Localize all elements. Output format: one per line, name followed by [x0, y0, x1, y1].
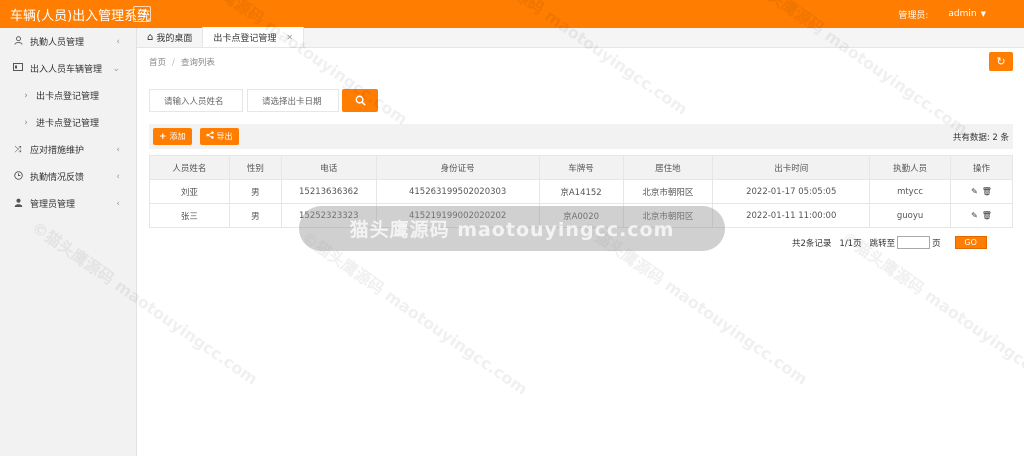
sidebar-item-measures[interactable]: ⤨ 应对措施维护 ‹ [0, 136, 136, 163]
breadcrumb-separator: / [172, 58, 175, 68]
edit-icon[interactable]: ✎ [971, 187, 978, 196]
column-header: 人员姓名 [149, 155, 230, 180]
edit-icon[interactable]: ✎ [971, 211, 978, 220]
sidebar-item-label: 出入人员车辆管理 [30, 65, 103, 75]
sidebar-item-feedback[interactable]: 执勤情况反馈 ‹ [0, 163, 136, 190]
breadcrumb-current: 查询列表 [180, 58, 215, 68]
name-search-input[interactable]: 请输入人员姓名 [149, 89, 243, 112]
pager-records: 共2条记录 [792, 238, 832, 249]
pager-pages: 1/1页 [839, 238, 862, 249]
person-icon [10, 198, 26, 210]
breadcrumb-home[interactable]: 首页 [149, 58, 166, 68]
id-card-icon [10, 63, 26, 74]
search-icon [355, 95, 366, 106]
pagination: 共2条记录 1/1页 跳转至 页 GO [792, 236, 987, 249]
chevron-down-icon: ⌄ [112, 63, 120, 74]
shuffle-icon: ⤨ [14, 144, 22, 155]
chevron-left-icon: ‹ [116, 171, 120, 182]
cell-duty-staff: guoyu [869, 203, 952, 228]
sidebar-item-label: 应对措施维护 [30, 146, 85, 156]
sidebar-item-label: 执勤人员管理 [30, 38, 85, 48]
sidebar-item-vehicles[interactable]: 出入人员车辆管理 ⌄ [0, 55, 136, 82]
go-button[interactable]: GO [954, 236, 987, 249]
column-header: 执勤人员 [869, 155, 952, 180]
refresh-button[interactable]: ↻ [989, 52, 1013, 71]
cell-name: 刘亚 [149, 179, 230, 204]
search-button[interactable] [342, 89, 378, 112]
add-button-label: 添加 [169, 132, 186, 141]
chevron-left-icon: ‹ [116, 198, 120, 209]
menu-toggle-icon[interactable]: ☰ [133, 6, 151, 22]
chevron-left-icon: ‹ [116, 36, 120, 47]
sidebar-item-label: 执勤情况反馈 [30, 173, 85, 183]
home-icon: ⌂ [147, 31, 154, 43]
cell-checkout-time: 2022-01-17 05:05:05 [712, 179, 871, 204]
column-header: 车牌号 [538, 155, 624, 180]
refresh-icon: ↻ [996, 55, 1006, 68]
sidebar-item-admins[interactable]: 管理员管理 ‹ [0, 190, 136, 217]
admin-label: 管理员: [898, 10, 929, 21]
tab-checkout-registration[interactable]: 出卡点登记管理 ✕ [202, 27, 305, 47]
column-header: 身份证号 [375, 155, 540, 180]
cell-id-number: 415263199502020303 [375, 179, 540, 204]
cell-checkout-time: 2022-01-11 11:00:00 [712, 203, 871, 228]
pager-page-unit: 页 [932, 238, 941, 249]
sidebar-item-duty-staff[interactable]: 执勤人员管理 ‹ [0, 28, 136, 55]
sidebar-item-label: 进卡点登记管理 [36, 119, 100, 129]
cell-actions: ✎ 🗑 [950, 203, 1013, 228]
delete-icon[interactable]: 🗑 [982, 187, 992, 196]
cell-name: 张三 [149, 203, 230, 228]
admin-username: admin [948, 9, 977, 19]
add-button[interactable]: + 添加 [153, 128, 192, 145]
plus-icon: + [159, 131, 167, 142]
sidebar-subitem-checkout[interactable]: › 出卡点登记管理 [0, 82, 136, 109]
column-header: 操作 [950, 155, 1013, 180]
column-header: 居住地 [622, 155, 714, 180]
sidebar-item-label: 管理员管理 [30, 200, 76, 210]
chevron-right-icon: › [24, 117, 28, 128]
export-button-label: 导出 [216, 132, 233, 141]
tab-label: 出卡点登记管理 [213, 33, 277, 44]
cell-actions: ✎ 🗑 [950, 179, 1013, 204]
sidebar-item-label: 出卡点登记管理 [36, 92, 100, 102]
chevron-right-icon: › [24, 90, 28, 101]
column-header: 出卡时间 [712, 155, 871, 180]
cell-gender: 男 [228, 179, 282, 204]
date-search-input[interactable]: 请选择出卡日期 [247, 89, 339, 112]
table-header-row: 人员姓名 性别 电话 身份证号 车牌号 居住地 出卡时间 执勤人员 操作 [149, 155, 1013, 180]
tab-label: 我的桌面 [156, 33, 193, 44]
top-bar: 车辆(人员)出入管理系统 ☰ 管理员: admin ▼ [0, 0, 1024, 28]
sidebar-subitem-checkin[interactable]: › 进卡点登记管理 [0, 109, 136, 136]
table-toolbar: + 添加 导出 共有数据: 2 条 [149, 124, 1013, 149]
column-header: 电话 [280, 155, 377, 180]
cell-residence: 北京市朝阳区 [622, 179, 714, 204]
sidebar: 执勤人员管理 ‹ 出入人员车辆管理 ⌄ › 出卡点登记管理 › 进卡点登记管理 … [0, 28, 137, 456]
tab-desktop[interactable]: ⌂ 我的桌面 [137, 27, 202, 47]
pager-jump-label: 跳转至 [869, 238, 896, 249]
user-area: 管理员: admin ▼ [898, 8, 1024, 21]
delete-icon[interactable]: 🗑 [982, 211, 992, 220]
share-icon [205, 131, 214, 142]
watermark-overlay: 猫头鹰源码 maotouyingcc.com [299, 206, 725, 251]
caret-down-icon: ▼ [980, 10, 986, 18]
close-icon[interactable]: ✕ [286, 33, 293, 42]
tab-bar: ⌂ 我的桌面 出卡点登记管理 ✕ [137, 27, 1024, 48]
admin-user-menu[interactable]: admin ▼ [948, 9, 986, 19]
cell-plate: 京A14152 [538, 179, 624, 204]
table-row: 刘亚 男 15213636362 415263199502020303 京A14… [149, 179, 1013, 204]
total-count: 共有数据: 2 条 [952, 132, 1009, 143]
cell-gender: 男 [228, 203, 282, 228]
clock-icon [10, 170, 26, 183]
export-button[interactable]: 导出 [199, 128, 239, 145]
chevron-left-icon: ‹ [116, 144, 120, 155]
cell-duty-staff: mtycc [869, 179, 952, 204]
page-jump-input[interactable] [897, 236, 931, 249]
breadcrumb: 首页 / 查询列表 [149, 56, 215, 68]
column-header: 性别 [228, 155, 282, 180]
app-title: 车辆(人员)出入管理系统 [10, 8, 151, 24]
cell-phone: 15213636362 [280, 179, 377, 204]
user-icon [10, 35, 26, 48]
